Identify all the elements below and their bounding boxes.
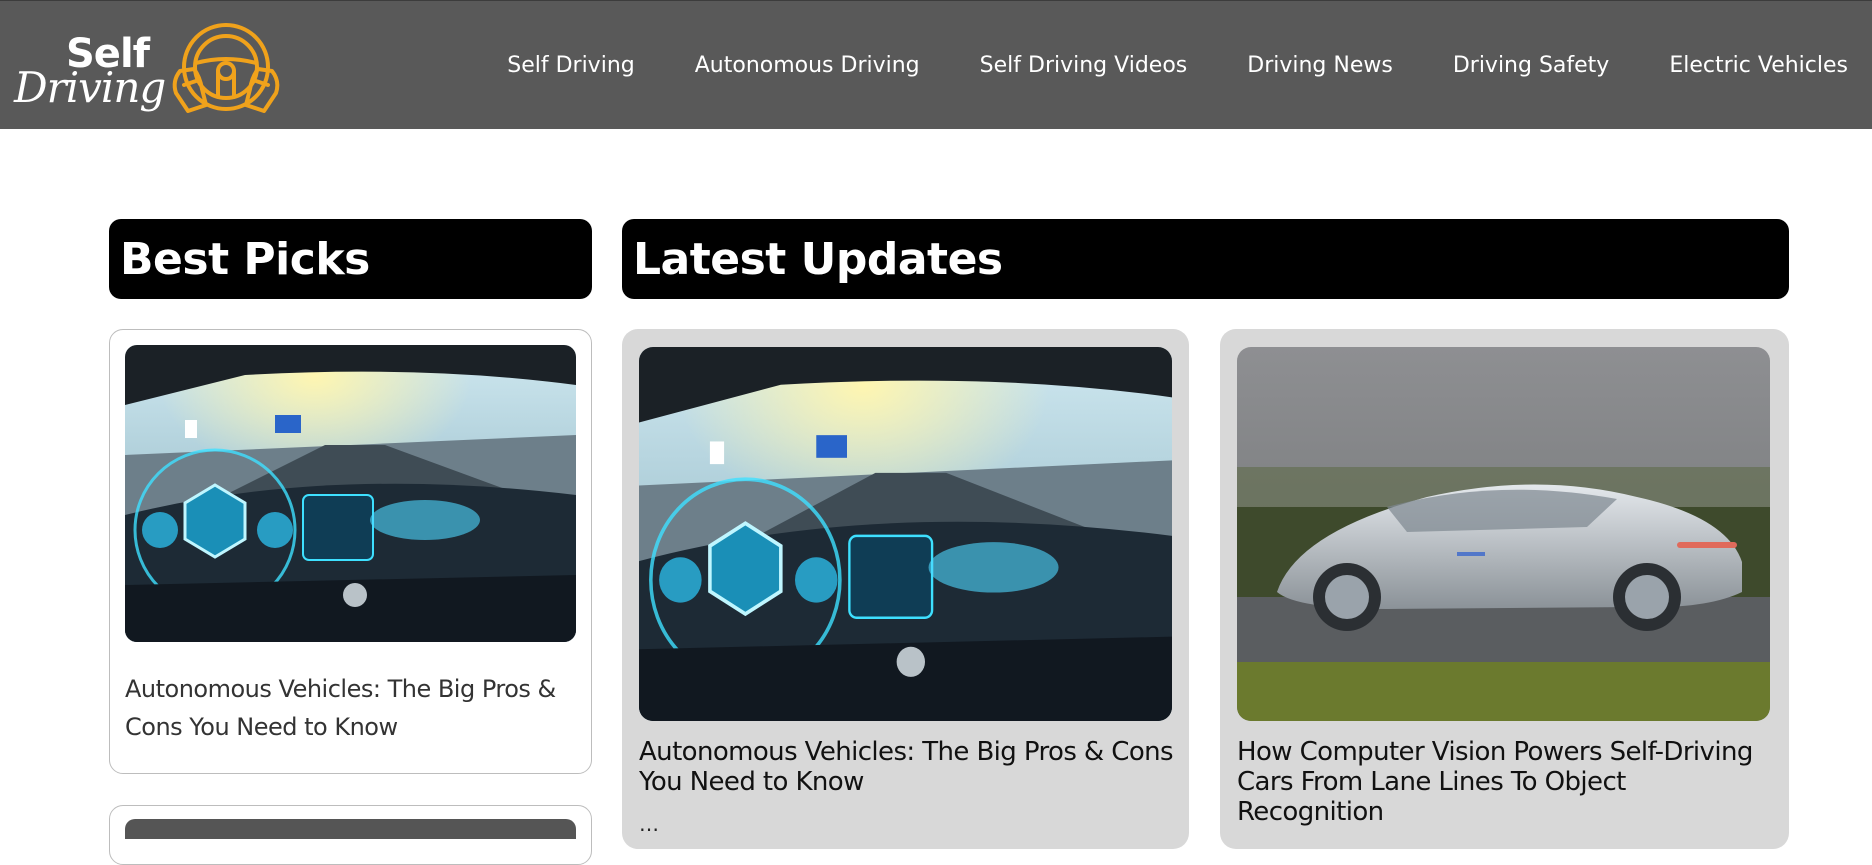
latest-updates-heading: Latest Updates [622,219,1789,299]
best-pick-card[interactable]: Autonomous Vehicles: The Big Pros & Cons… [109,329,592,774]
update-excerpt: … [639,812,659,836]
nav-self-driving-videos[interactable]: Self Driving Videos [980,53,1188,78]
nav-driving-safety[interactable]: Driving Safety [1453,53,1610,78]
nav-driving-news[interactable]: Driving News [1247,53,1393,78]
best-pick-card[interactable] [109,805,592,865]
article-image-car-interior[interactable] [639,347,1172,721]
article-image-partial[interactable] [125,819,576,839]
update-title[interactable]: Autonomous Vehicles: The Big Pros & Cons… [639,737,1179,797]
update-card[interactable]: How Computer Vision Powers Self-Driving … [1220,329,1789,849]
site-logo[interactable]: Self Driving [14,19,284,115]
steering-wheel-icon [172,23,280,113]
article-image-car-interior[interactable] [125,345,576,642]
update-card[interactable]: Autonomous Vehicles: The Big Pros & Cons… [622,329,1189,849]
article-image-concept-car[interactable] [1237,347,1770,721]
nav-electric-vehicles[interactable]: Electric Vehicles [1669,53,1848,78]
update-title[interactable]: How Computer Vision Powers Self-Driving … [1237,737,1777,827]
logo-text-driving: Driving [14,63,166,112]
best-picks-heading: Best Picks [109,219,592,299]
best-pick-title[interactable]: Autonomous Vehicles: The Big Pros & Cons… [125,670,565,746]
main-nav: Self Driving Autonomous Driving Self Dri… [447,1,1872,130]
site-header: Self Driving Self Driving Autonomous Dri… [0,0,1872,129]
silver-concept-car-image [1237,347,1770,721]
car-hud-interior-image [125,345,576,642]
nav-self-driving[interactable]: Self Driving [507,53,635,78]
car-hud-interior-image [639,347,1172,721]
nav-autonomous-driving[interactable]: Autonomous Driving [695,53,920,78]
